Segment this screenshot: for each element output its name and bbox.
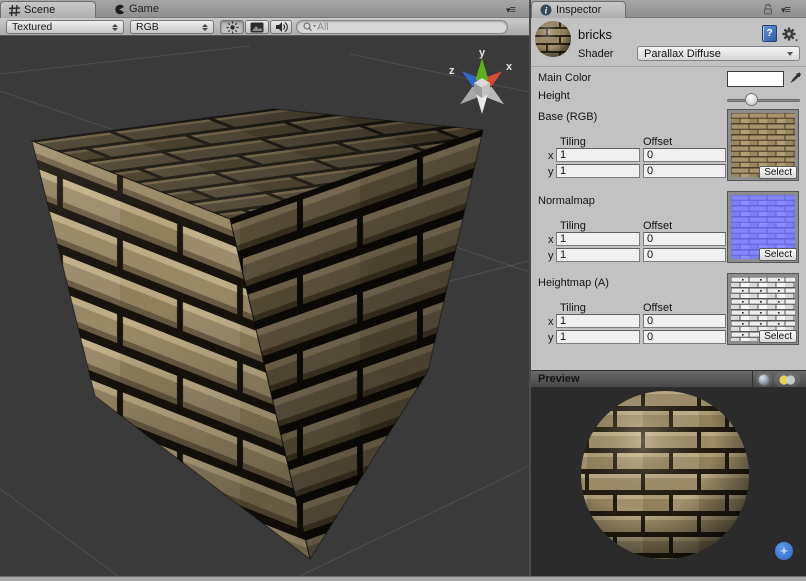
image-icon: [250, 22, 264, 33]
window-bottom-strip: [0, 576, 806, 581]
chevron-down-icon: [787, 52, 793, 56]
shader-value: Parallax Diffuse: [644, 48, 721, 60]
color-mode-dropdown[interactable]: RGB: [130, 20, 214, 34]
height-offset-y-field[interactable]: [643, 330, 726, 344]
main-color-label: Main Color: [538, 72, 591, 84]
search-field[interactable]: [296, 20, 508, 34]
offset-header: Offset: [643, 302, 672, 314]
height-label: Height: [538, 90, 570, 102]
height-offset-x-field[interactable]: [643, 314, 726, 328]
heightmap-texture-thumbnail[interactable]: Select: [727, 273, 799, 345]
tab-scene[interactable]: Scene: [0, 1, 96, 18]
normalmap-texture-thumbnail[interactable]: Select: [727, 191, 799, 263]
y-row-label: y: [548, 332, 554, 344]
shader-label: Shader: [578, 48, 613, 60]
game-icon: [114, 4, 125, 15]
search-icon: [303, 22, 317, 32]
tiling-header: Tiling: [560, 136, 586, 148]
height-slider-track[interactable]: [727, 99, 800, 102]
preview-sphere-render: [531, 388, 806, 576]
heightmap-label: Heightmap (A): [538, 277, 609, 289]
heightmap-select-button[interactable]: Select: [759, 330, 797, 343]
material-preview-area[interactable]: +: [531, 388, 806, 576]
tab-inspector-label: Inspector: [556, 4, 601, 16]
draw-mode-value: Textured: [12, 21, 52, 33]
axis-x-label: x: [506, 61, 513, 73]
normal-tiling-y-field[interactable]: [556, 248, 640, 262]
lighting-toggle-button[interactable]: [220, 20, 244, 34]
header-separator: [531, 66, 806, 67]
sphere-icon: [758, 374, 770, 386]
normal-tiling-x-field[interactable]: [556, 232, 640, 246]
unity-editor-window: Scene Game ▾≡ Textured RGB: [0, 0, 806, 581]
normalmap-label: Normalmap: [538, 195, 595, 207]
shader-dropdown[interactable]: Parallax Diffuse: [637, 46, 800, 61]
color-mode-value: RGB: [136, 21, 159, 33]
preview-title: Preview: [531, 373, 580, 385]
speaker-icon: [275, 21, 288, 33]
offset-header: Offset: [643, 220, 672, 232]
base-offset-y-field[interactable]: [643, 164, 726, 178]
header-divider: [752, 371, 753, 389]
axis-z-label: z: [449, 65, 455, 77]
inspector-panel: i Inspector ▾≡: [531, 0, 806, 576]
height-tiling-x-field[interactable]: [556, 314, 640, 328]
grid-icon: [9, 5, 20, 16]
material-sphere-icon: [534, 20, 572, 58]
tiling-header: Tiling: [560, 220, 586, 232]
two-lights-icon: [777, 374, 797, 386]
info-icon: i: [540, 4, 552, 16]
tiling-header: Tiling: [560, 302, 586, 314]
preview-header[interactable]: Preview: [531, 370, 806, 388]
scene-viewport[interactable]: y x z: [0, 36, 529, 576]
normal-offset-x-field[interactable]: [643, 232, 726, 246]
preview-lighting-button[interactable]: [774, 373, 800, 387]
brick-cube[interactable]: [32, 109, 483, 559]
height-tiling-y-field[interactable]: [556, 330, 640, 344]
add-button[interactable]: +: [775, 542, 793, 560]
base-tiling-x-field[interactable]: [556, 148, 640, 162]
updown-arrows-icon: [196, 24, 208, 31]
updown-arrows-icon: [106, 24, 118, 31]
tab-game-label: Game: [129, 3, 159, 15]
scene-render: y x z: [0, 36, 529, 576]
normalmap-select-button[interactable]: Select: [759, 248, 797, 261]
preview-sphere-button[interactable]: [756, 373, 772, 387]
base-tiling-y-field[interactable]: [556, 164, 640, 178]
normal-offset-y-field[interactable]: [643, 248, 726, 262]
inspector-pane-menu-icon[interactable]: ▾≡: [781, 4, 790, 16]
y-row-label: y: [548, 166, 554, 178]
axis-y-label: y: [479, 47, 486, 59]
tab-game[interactable]: Game: [108, 0, 165, 18]
draw-mode-dropdown[interactable]: Textured: [6, 20, 124, 34]
base-select-button[interactable]: Select: [759, 166, 797, 179]
orientation-gizmo[interactable]: y x z: [449, 47, 513, 114]
base-offset-x-field[interactable]: [643, 148, 726, 162]
height-slider-thumb[interactable]: [745, 93, 758, 106]
scene-toolbar: Textured RGB: [0, 18, 529, 36]
scene-pane-menu-icon[interactable]: ▾≡: [506, 4, 515, 16]
search-input[interactable]: [317, 21, 467, 33]
inspector-tabstrip: i Inspector ▾≡: [531, 0, 806, 18]
lock-icon[interactable]: [762, 3, 774, 15]
audio-toggle-button[interactable]: [270, 20, 292, 34]
x-row-label: x: [548, 316, 554, 328]
x-row-label: x: [548, 234, 554, 246]
offset-header: Offset: [643, 136, 672, 148]
tab-inspector[interactable]: i Inspector: [531, 1, 626, 18]
material-name: bricks: [578, 27, 612, 42]
overlay-toggle-button[interactable]: [245, 20, 269, 34]
main-color-swatch[interactable]: [727, 71, 784, 87]
y-row-label: y: [548, 250, 554, 262]
tab-scene-label: Scene: [24, 4, 55, 16]
scene-tabstrip: Scene Game ▾≡: [0, 0, 529, 18]
eyedropper-icon[interactable]: [788, 70, 802, 86]
sun-icon: [226, 21, 239, 34]
base-map-label: Base (RGB): [538, 111, 597, 123]
x-row-label: x: [548, 150, 554, 162]
base-texture-thumbnail[interactable]: Select: [727, 109, 799, 181]
help-icon[interactable]: ?: [762, 25, 777, 42]
gear-icon[interactable]: [780, 26, 798, 42]
